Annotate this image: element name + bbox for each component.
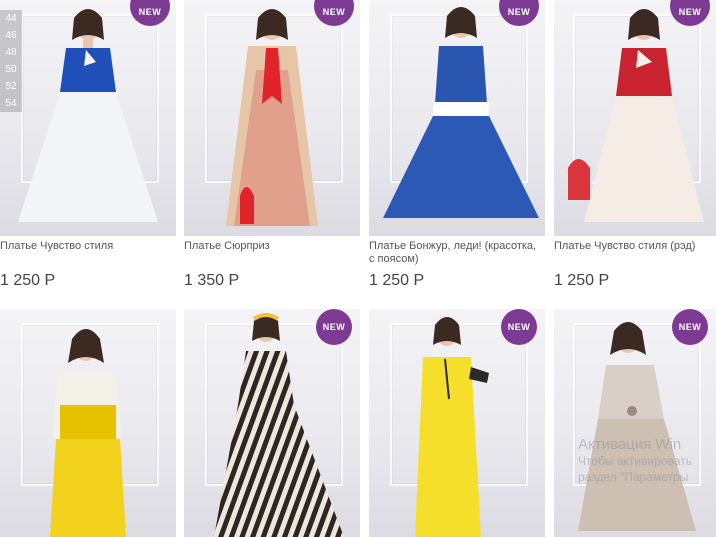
product-card[interactable]: 44 46 48 50 52 54 NEW Платье Чувство сти… (0, 0, 176, 300)
product-price: 1 250 Р (369, 272, 425, 289)
product-photo[interactable]: NEW Активация Win Чтобы активировать раз… (554, 309, 716, 537)
product-name[interactable]: Платье Сюрприз (184, 240, 360, 253)
size-option[interactable]: 54 (0, 95, 22, 112)
product-card[interactable]: NEW Активация Win Чтобы активировать раз… (554, 309, 716, 537)
size-option[interactable]: 48 (0, 44, 22, 61)
product-photo[interactable]: 44 46 48 50 52 54 NEW (0, 0, 176, 236)
product-photo[interactable] (0, 309, 176, 537)
model-image (383, 7, 539, 218)
size-filter: 44 46 48 50 52 54 (0, 10, 22, 112)
product-photo[interactable]: NEW (369, 0, 545, 236)
new-badge: NEW (316, 309, 352, 345)
product-name[interactable]: Платье Бонжур, леди! (красотка, с поясом… (369, 240, 537, 266)
size-option[interactable]: 52 (0, 78, 22, 95)
product-price: 1 350 Р (184, 272, 240, 289)
size-option[interactable]: 46 (0, 27, 22, 44)
size-option[interactable]: 50 (0, 61, 22, 78)
product-name[interactable]: Платье Чувство стиля (рэд) (554, 240, 716, 253)
product-card[interactable]: NEW Платье Чувство стиля (рэд) 1 250 Р (554, 0, 716, 300)
new-badge: NEW (672, 309, 708, 345)
new-badge: NEW (501, 309, 537, 345)
product-card[interactable] (0, 309, 176, 537)
product-photo[interactable]: NEW (184, 309, 360, 537)
product-card[interactable]: NEW (369, 309, 545, 537)
model-image (226, 9, 318, 226)
product-card[interactable]: NEW (184, 309, 360, 537)
model-image (568, 9, 704, 222)
product-photo[interactable]: NEW (554, 0, 716, 236)
product-price: 1 250 Р (554, 272, 610, 289)
model-image (50, 329, 126, 537)
model-image (18, 9, 158, 222)
product-photo[interactable]: NEW (184, 0, 360, 236)
product-price: 1 250 Р (0, 272, 56, 289)
product-photo[interactable]: NEW (369, 309, 545, 537)
size-option[interactable]: 44 (0, 10, 22, 27)
product-card[interactable]: NEW Платье Бонжур, леди! (красотка, с по… (369, 0, 545, 300)
product-card[interactable]: NEW Платье Сюрприз 1 350 Р (184, 0, 360, 300)
product-name[interactable]: Платье Чувство стиля (0, 240, 176, 253)
